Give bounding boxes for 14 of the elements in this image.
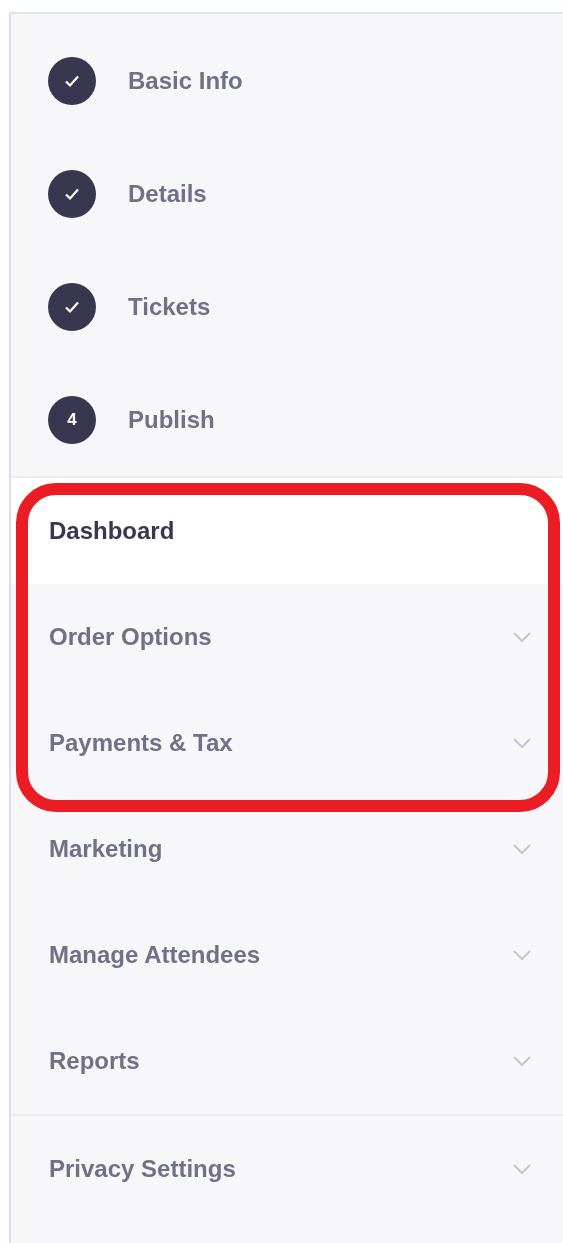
nav-item[interactable]: Reports [11,1008,563,1114]
nav-item[interactable]: Marketing [11,796,563,902]
step-label[interactable]: Publish [128,405,215,434]
step-number: 4 [48,395,96,444]
check-icon [48,282,96,331]
nav-item[interactable]: Manage Attendees [11,902,563,1008]
nav-item[interactable]: Privacy Settings [11,1116,563,1222]
step-label[interactable]: Basic Info [128,66,243,95]
step-label[interactable]: Tickets [128,292,211,321]
nav-item[interactable]: Payments & Tax [11,690,563,796]
check-icon [48,56,96,105]
check-icon [48,169,96,218]
step-label[interactable]: Details [128,179,207,208]
nav-item[interactable]: Order Options [11,584,563,690]
